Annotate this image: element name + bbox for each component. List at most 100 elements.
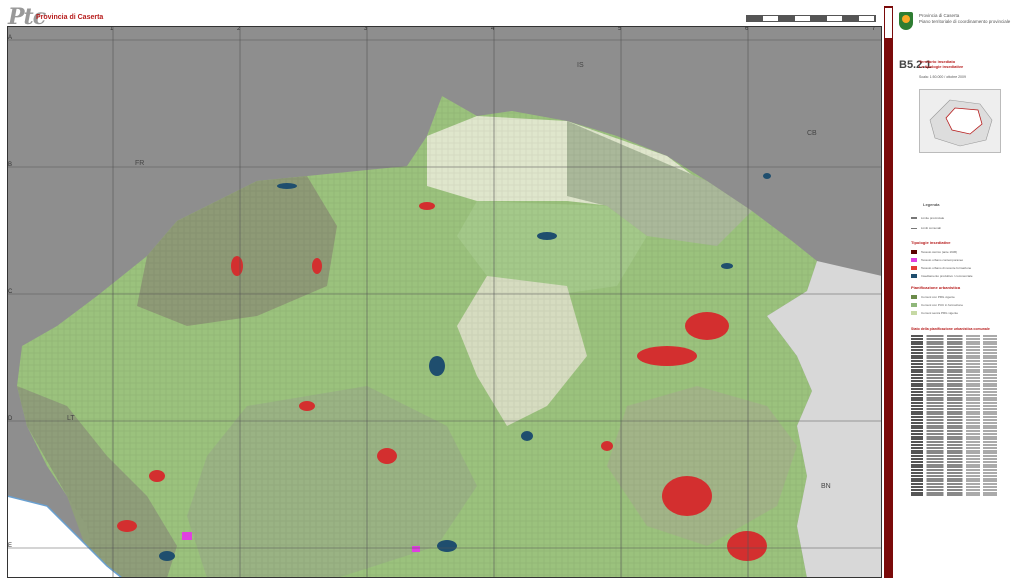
table-row [911, 385, 997, 388]
grid-label-e: E [8, 543, 13, 549]
zone-label-bn: BN [821, 483, 831, 490]
legend-label: Limiti comunali [921, 226, 941, 230]
legend-label: Tessuto urbano di recente formazione [921, 266, 972, 270]
table-row [911, 435, 997, 438]
table-row [911, 371, 997, 374]
table-row [911, 379, 997, 382]
table-row [911, 351, 997, 354]
locator-map [919, 89, 1001, 153]
panel-title: Provincia di Caserta Piano territoriale … [919, 13, 1010, 25]
typology-item: Tessuto urbano di recente formazione [911, 266, 971, 270]
legend-swatch [911, 295, 917, 299]
table-row [911, 469, 997, 472]
legend-panel: Provincia di Caserta Piano territoriale … [897, 0, 1020, 582]
table-row [911, 491, 997, 494]
table-row [911, 418, 997, 421]
legend-item-province-limit: Limite provinciale [911, 216, 944, 220]
legend-swatch [911, 274, 917, 278]
table-row [911, 458, 997, 461]
table-row [911, 416, 997, 419]
table-row [911, 374, 997, 377]
table-row [911, 337, 997, 340]
grid-label-1: 1 [110, 26, 114, 32]
table-row [911, 438, 997, 441]
grid-label-c: C [8, 289, 13, 295]
map-header: Ptc Provincia di Caserta [0, 0, 882, 30]
table-row [911, 335, 997, 337]
table-row [911, 410, 997, 413]
legend-swatch [911, 227, 917, 229]
grid-label-4: 4 [491, 26, 495, 32]
grid-label-5: 5 [618, 26, 622, 32]
table-row [911, 376, 997, 379]
map-canvas [7, 26, 882, 578]
table-row [911, 430, 997, 433]
table-row [911, 463, 997, 466]
legend-title: Legenda [923, 202, 940, 207]
table-row [911, 455, 997, 458]
legend-swatch [911, 250, 917, 254]
table-row [911, 357, 997, 360]
table-row [911, 474, 997, 477]
table-row [911, 404, 997, 407]
province-crest-icon [899, 12, 913, 30]
table-row [911, 483, 997, 486]
legend-label: Insediamento produttivo / commerciale [921, 274, 973, 278]
grid-label-2: 2 [237, 26, 241, 32]
legend-label: Comuni con PRG vigente [921, 295, 955, 299]
legend-label: Limite provinciale [921, 216, 945, 220]
table-row [911, 413, 997, 416]
legend-swatch [911, 258, 917, 262]
table-row [911, 393, 997, 396]
table-row [911, 348, 997, 351]
panel-title-line2: Piano territoriale di coordinamento prov… [919, 19, 1011, 24]
legend-label: Tessuto storico (ante 1936) [921, 250, 958, 254]
scale-date: Scala: 1:50.000 / ottobre 2009 [919, 75, 966, 79]
municipal-planning-table [911, 335, 997, 498]
table-row [911, 477, 997, 480]
table-row [911, 365, 997, 368]
table-row [911, 346, 997, 349]
legend-swatch [911, 303, 917, 307]
table-row [911, 368, 997, 371]
scale-bar [746, 15, 876, 22]
grid-label-3: 3 [364, 26, 368, 32]
table-row [911, 362, 997, 365]
table-row [911, 396, 997, 399]
table-row [911, 480, 997, 483]
table-row [911, 449, 997, 452]
legend-label: Tessuto urbano contemporaneo [921, 258, 964, 262]
table-row [911, 466, 997, 469]
table-row [911, 388, 997, 391]
grid-label-a: A [8, 35, 13, 41]
sidebar-accent-bar [884, 6, 893, 578]
territorial-map[interactable]: IS CB FR LT BN 1 2 3 4 5 6 7 A B C D E [7, 26, 882, 578]
planning-item: Comuni con PUC in formazione [911, 303, 963, 307]
table-row [911, 444, 997, 447]
table-title: Stato della pianificazione urbanistica c… [911, 327, 990, 331]
legend-label: Comuni con PUC in formazione [921, 303, 964, 307]
legend-item-municipal-limit: Limiti comunali [911, 226, 941, 230]
table-row [911, 390, 997, 393]
section-title-line2: Le tipologie insediative [919, 64, 964, 69]
zone-label-cb: CB [807, 130, 817, 137]
planning-item: Comuni con PRG vigente [911, 295, 955, 299]
locator-map-canvas [929, 99, 993, 147]
grid-label-d: D [8, 416, 13, 422]
legend-swatch [911, 217, 917, 219]
typology-title: Tipologie insediative [911, 240, 951, 245]
planning-title: Pianificazione urbanistica [911, 285, 961, 290]
typology-item: Tessuto urbano contemporaneo [911, 258, 963, 262]
table-row [911, 340, 997, 343]
table-row [911, 360, 997, 363]
grid-label-7: 7 [872, 26, 876, 32]
table-row [911, 402, 997, 405]
table-row [911, 441, 997, 444]
table-row [911, 452, 997, 455]
table-row [911, 343, 997, 346]
zone-label-fr: FR [135, 160, 145, 167]
zone-label-lt: LT [67, 415, 75, 422]
table-row [911, 494, 997, 497]
table-row [911, 432, 997, 435]
province-name: Provincia di Caserta [36, 14, 104, 21]
